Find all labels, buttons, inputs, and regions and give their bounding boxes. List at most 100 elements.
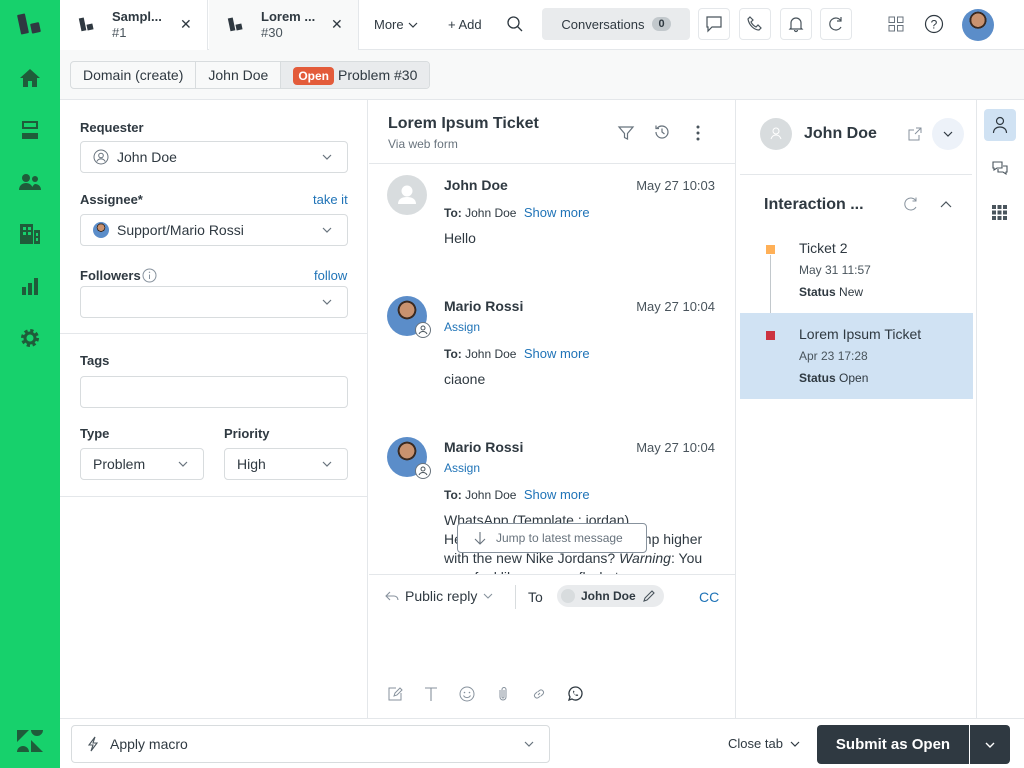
message-recipients: To: John Doe Show more [444,205,590,220]
user-icon [992,116,1008,134]
show-more-link[interactable]: Show more [524,346,590,361]
show-more-link[interactable]: Show more [524,487,590,502]
search-icon[interactable] [506,15,524,33]
conversations-icon[interactable] [991,160,1009,178]
followers-select[interactable] [80,286,348,318]
bell-icon [788,17,804,33]
ticket-properties-panel: Requester John Doe Assignee* take it Sup… [60,100,368,718]
lightning-icon [87,736,99,752]
customer-avatar [760,118,792,150]
attachment-icon[interactable] [495,686,511,702]
assignee-value: Support/Mario Rossi [117,222,244,238]
tab-title: Sampl... [112,9,162,24]
submit-options-button[interactable] [970,725,1010,764]
agent-badge-icon [415,322,431,338]
breadcrumb-user[interactable]: John Doe [196,62,282,88]
conversations-button[interactable]: Conversations 0 [542,8,690,40]
message-recipients: To: John Doe Show more [444,346,590,361]
message-author[interactable]: John Doe [444,177,508,193]
recipient-chip[interactable]: John Doe [557,585,664,607]
close-tab-button[interactable]: Close tab [728,736,801,751]
emoji-icon[interactable] [459,686,475,702]
breadcrumb-bar: Domain (create) John Doe Open Problem #30 [60,50,1024,100]
jump-to-latest-button[interactable]: Jump to latest message [457,523,647,553]
message-author[interactable]: Mario Rossi [444,298,523,314]
apps-icon[interactable] [992,205,1007,220]
link-icon[interactable] [531,686,547,702]
chat-button[interactable] [698,8,730,40]
customer-context-panel: John Doe Interaction ... Ticket 2 May 31… [737,100,977,718]
pencil-icon [642,590,655,602]
submit-button[interactable]: Submit as Open [817,725,969,764]
tags-input[interactable] [80,376,348,408]
tab-subtitle: #30 [261,25,283,40]
admin-gear-icon[interactable] [18,326,42,350]
zendesk-logo-icon[interactable] [16,12,44,36]
message-recipients: To: John Doe Show more [444,487,590,502]
add-button[interactable]: + Add [448,17,482,32]
take-it-link[interactable]: take it [313,192,348,207]
home-icon[interactable] [18,66,42,90]
assignee-select[interactable]: Support/Mario Rossi [80,214,348,246]
text-format-icon[interactable] [423,686,439,702]
context-rail [977,100,1024,718]
history-icon[interactable] [653,123,671,141]
follow-link[interactable]: follow [314,268,347,283]
jump-label: Jump to latest message [496,531,623,545]
whatsapp-icon[interactable] [567,686,583,702]
help-icon[interactable]: ? [924,14,944,34]
show-more-link[interactable]: Show more [524,205,590,220]
close-tab-icon[interactable]: ✕ [180,16,192,33]
user-avatar[interactable] [962,9,994,41]
tags-label: Tags [80,353,110,368]
customers-icon[interactable] [18,170,42,194]
status-value: New [839,285,864,299]
close-tab-icon[interactable]: ✕ [331,16,343,33]
tab-sample-ticket[interactable]: Sampl... #1 ✕ [60,0,208,50]
refresh-button[interactable] [820,8,852,40]
apps-grid-icon[interactable] [888,16,904,32]
filter-icon[interactable] [617,124,635,142]
message-author[interactable]: Mario Rossi [444,439,523,455]
priority-value: High [237,456,266,472]
user-circle-icon [93,149,109,165]
compose-icon[interactable] [387,686,403,702]
interaction-status: Status Open [799,371,868,385]
phone-button[interactable] [739,8,771,40]
reply-mode-select[interactable]: Public reply [385,588,493,604]
interaction-item-selected[interactable]: Lorem Ipsum Ticket Apr 23 17:28 Status O… [740,313,973,399]
refresh-icon[interactable] [903,196,919,212]
status-label: Status [799,285,836,299]
tab-lorem-ticket[interactable]: Lorem ... #30 ✕ [209,0,359,50]
notifications-button[interactable] [780,8,812,40]
more-tabs-button[interactable]: More [374,17,418,32]
cc-button[interactable]: CC [699,589,719,605]
customer-context-button[interactable] [984,109,1016,141]
requester-value: John Doe [117,149,177,165]
type-value: Problem [93,456,146,472]
close-tab-label: Close tab [728,736,783,751]
breadcrumb-ticket[interactable]: Open Problem #30 [281,62,430,88]
interaction-item[interactable]: Ticket 2 May 31 11:57 Status New [740,235,973,311]
breadcrumb-organization[interactable]: Domain (create) [71,62,197,88]
interactions-title: Interaction ... [764,196,864,213]
assign-link[interactable]: Assign [444,461,480,475]
type-select[interactable]: Problem [80,448,204,480]
ticket-tab-icon [78,16,96,34]
open-external-icon[interactable] [907,126,923,142]
info-icon[interactable] [142,268,157,283]
more-options-icon[interactable] [695,124,701,142]
interaction-title: Ticket 2 [799,240,848,256]
priority-select[interactable]: High [224,448,348,480]
recipient-name: John Doe [581,589,636,603]
assign-link[interactable]: Assign [444,320,480,334]
organizations-icon[interactable] [18,222,42,246]
chevron-up-icon[interactable] [939,198,953,210]
reply-text-area[interactable] [385,617,719,677]
apply-macro-select[interactable]: Apply macro [71,725,550,763]
requester-select[interactable]: John Doe [80,141,348,173]
reporting-icon[interactable] [18,274,42,298]
recipient-avatar [561,589,575,603]
views-icon[interactable] [18,118,42,142]
expand-customer-button[interactable] [932,118,964,150]
